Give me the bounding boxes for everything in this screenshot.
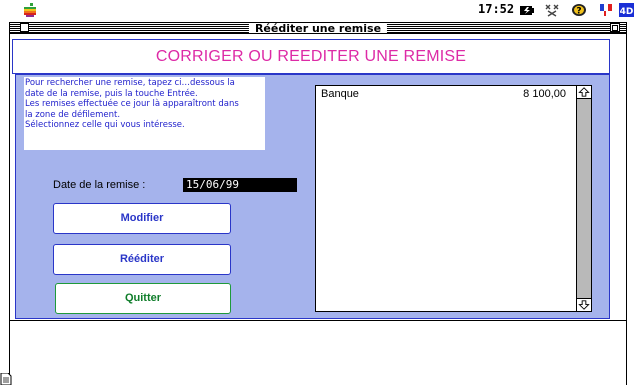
date-label: Date de la remise : xyxy=(53,179,146,191)
window-title-bar[interactable]: Rééditer une remise xyxy=(9,22,627,34)
battery-icon[interactable] xyxy=(519,3,535,17)
4d-app-icon[interactable]: 4D xyxy=(619,3,634,17)
menubar-clock[interactable]: 17:52 xyxy=(478,2,514,16)
document-icon xyxy=(0,373,12,385)
window-right-border xyxy=(626,33,627,385)
modify-button[interactable]: Modifier xyxy=(53,203,231,234)
menu-bar: 17:52 ? 4D xyxy=(0,0,636,21)
app-badge-text: 4D xyxy=(620,7,634,17)
window-content-divider xyxy=(9,320,627,321)
reissue-button[interactable]: Rééditer xyxy=(53,244,231,275)
close-box-icon[interactable] xyxy=(20,23,29,32)
scroll-up-arrow-icon[interactable] xyxy=(577,86,591,99)
scroll-down-arrow-icon[interactable] xyxy=(577,298,591,311)
svg-text:?: ? xyxy=(576,7,581,17)
help-icon[interactable]: ? xyxy=(571,3,587,17)
list-item-name: Banque xyxy=(321,88,359,100)
quit-button[interactable]: Quitter xyxy=(55,283,231,314)
window-left-border xyxy=(9,33,10,385)
page-title: CORRIGER OU REEDITER UNE REMISE xyxy=(155,48,467,65)
zoom-box-icon[interactable] xyxy=(610,23,620,32)
apple-icon[interactable] xyxy=(22,2,38,18)
list-item[interactable]: Banque 8 100,00 xyxy=(321,88,566,102)
remittance-list[interactable]: Banque 8 100,00 xyxy=(315,85,592,312)
list-item-amount: 8 100,00 xyxy=(523,88,566,100)
date-input[interactable]: 15/06/99 xyxy=(183,178,297,192)
instructions-box: Pour rechercher une remise, tapez ci…des… xyxy=(24,77,265,150)
instructions-text: Pour rechercher une remise, tapez ci…des… xyxy=(25,78,239,130)
network-icon[interactable] xyxy=(544,3,560,17)
page-header: CORRIGER OU REEDITER UNE REMISE xyxy=(12,39,610,74)
flag-icon[interactable] xyxy=(598,3,614,17)
window-title: Rééditer une remise xyxy=(248,23,388,33)
list-scrollbar[interactable] xyxy=(576,86,591,311)
